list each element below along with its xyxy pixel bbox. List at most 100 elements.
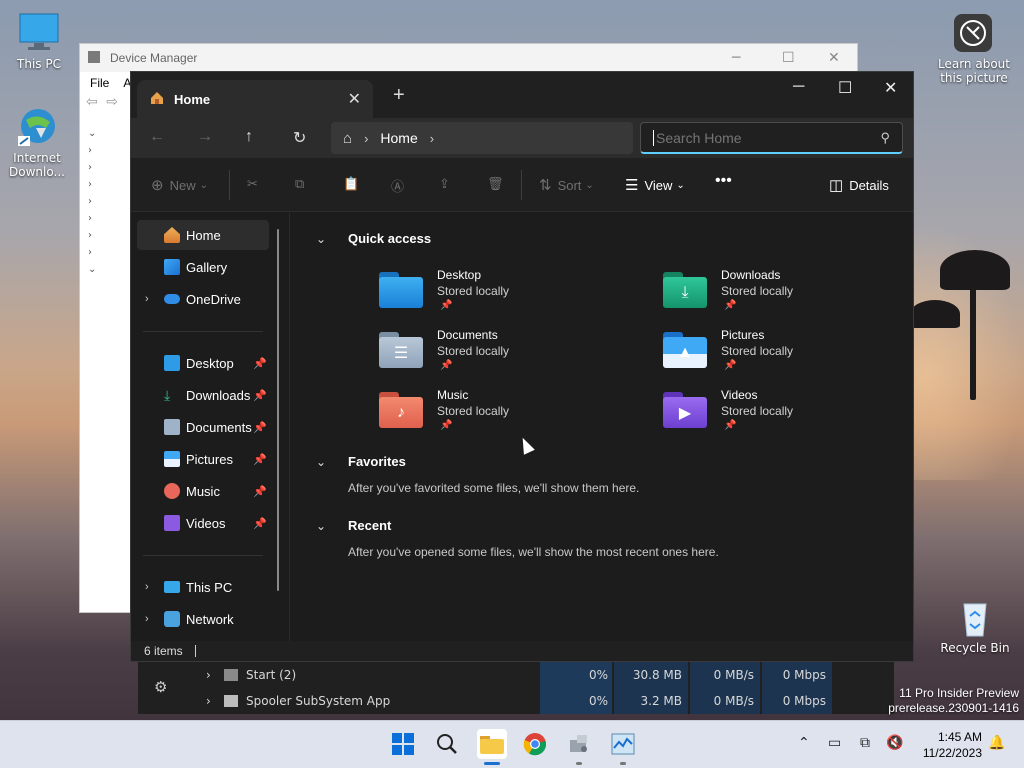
search-input[interactable] [653,129,863,146]
rename-icon[interactable]: Ⓐ [391,176,404,195]
desktop-icon-learn-about-picture[interactable]: Learn about this picture [938,12,1010,85]
tab-home[interactable]: Home ✕ [137,80,373,118]
sidebar-item-pictures[interactable]: Pictures 📌 [137,444,269,474]
chevron-down-icon[interactable]: ⌄ [316,232,326,246]
table-row[interactable]: › Spooler SubSystem App 0% 3.2 MB 0 MB/s… [138,688,894,714]
tree-chevron-icon[interactable]: › [88,145,128,162]
tree-chevron-icon[interactable]: › [88,247,128,264]
tree-chevron-icon[interactable]: › [88,213,128,230]
expand-chevron-icon[interactable]: › [206,668,211,682]
sort-button[interactable]: ⇅ Sort ⌄ [539,176,594,194]
view-button[interactable]: ☰ View ⌄ [625,176,685,194]
share-icon[interactable]: ⇪ [439,176,450,192]
maximize-icon[interactable]: ☐ [838,78,852,98]
desktop-icon-this-pc[interactable]: This PC [4,12,74,71]
address-bar[interactable]: ⌂ › Home › [331,122,633,154]
refresh-icon[interactable]: ↻ [293,128,306,148]
sidebar-item-music[interactable]: Music 📌 [137,476,269,506]
breadcrumb-chevron-icon[interactable]: › [430,131,434,146]
display-icon[interactable]: ⧉ [860,735,870,751]
chevron-down-icon[interactable]: ⌄ [316,455,326,469]
breadcrumb-home[interactable]: Home [380,130,417,146]
sidebar-item-documents[interactable]: Documents 📌 [137,412,269,442]
chevron-down-icon[interactable]: ⌄ [316,519,326,533]
new-tab-icon[interactable]: + [393,84,405,107]
device-manager-titlebar[interactable]: Device Manager [80,44,857,72]
table-row[interactable]: › Start (2) 0% 30.8 MB 0 MB/s 0 Mbps [138,662,894,688]
file-explorer-window[interactable]: Home ✕ + ─ ☐ ✕ ← → ↑ ↻ ⌂ › Home › ⚲ ⊕ Ne… [130,71,914,662]
quick-access-desktop[interactable]: Desktop Stored locally 📌 [379,268,619,320]
quick-access-music[interactable]: ♪ Music Stored locally 📌 [379,388,619,440]
quick-access-pictures[interactable]: ▲ Pictures Stored locally 📌 [663,328,903,380]
search-icon[interactable] [434,731,460,757]
copy-icon[interactable]: ⧉ [295,176,304,192]
tree-chevron-icon[interactable]: ⌄ [88,264,128,281]
back-arrow-icon[interactable]: ← [149,128,165,146]
chevron-up-icon[interactable]: ⌃ [798,735,810,751]
tree-chevron-icon[interactable]: › [88,179,128,196]
sidebar-item-network[interactable]: › Network [137,604,269,634]
up-arrow-icon[interactable]: ↑ [245,128,253,146]
system-clock[interactable]: 1:45 AM 11/22/2023 [912,729,982,761]
notification-bell-icon[interactable]: 🔔 [988,735,1005,751]
task-manager-window[interactable]: › Start (2) 0% 30.8 MB 0 MB/s 0 Mbps › S… [138,662,894,714]
pin-icon[interactable]: 📌 [253,421,267,434]
close-icon[interactable]: ✕ [884,78,897,98]
tree-chevron-icon[interactable]: ⌄ [88,128,128,145]
home-outline-icon[interactable]: ⌂ [343,130,352,147]
back-arrow-icon[interactable]: ⇦ [86,94,98,110]
paste-icon[interactable]: 📋 [343,176,359,192]
desktop-icon-recycle-bin[interactable]: Recycle Bin [940,596,1010,655]
tree-chevron-icon[interactable]: › [88,230,128,247]
quick-access-downloads[interactable]: ⤓ Downloads Stored locally 📌 [663,268,903,320]
more-options-icon[interactable]: ••• [715,172,732,190]
tree-chevron-icon[interactable]: › [88,196,128,213]
sidebar-item-gallery[interactable]: Gallery [137,252,269,282]
pin-icon[interactable]: 📌 [253,517,267,530]
search-icon[interactable]: ⚲ [880,130,890,146]
search-box[interactable]: ⚲ [640,122,903,154]
new-button[interactable]: ⊕ New ⌄ [151,176,208,194]
tree-chevron-icon[interactable]: › [88,162,128,179]
close-tab-icon[interactable]: ✕ [348,89,361,109]
forward-arrow-icon[interactable]: → [197,128,213,146]
details-button[interactable]: ◫ Details [829,176,889,194]
task-manager-taskbar-icon[interactable] [610,731,636,757]
sidebar-item-home[interactable]: Home [137,220,269,250]
desktop-icon-internet-download[interactable]: Internet Downlo... [2,106,72,179]
breadcrumb-chevron-icon[interactable]: › [364,131,368,146]
start-windows-icon[interactable] [390,731,416,757]
sidebar-item-this-pc[interactable]: › This PC [137,572,269,602]
chevron-right-icon[interactable]: › [145,581,149,593]
minimize-icon[interactable]: ─ [793,78,804,96]
quick-access-header[interactable]: ⌄ Quick access [316,231,431,246]
chevron-right-icon[interactable]: › [145,613,149,625]
sidebar-item-downloads[interactable]: ⤓ Downloads 📌 [137,380,269,410]
menu-file[interactable]: File [90,76,109,90]
network-offline-icon[interactable]: ▭ [828,735,841,751]
pin-icon[interactable]: 📌 [253,485,267,498]
navigation-scrollbar[interactable] [277,229,279,591]
recent-header[interactable]: ⌄ Recent [316,518,391,533]
delete-icon[interactable]: 🗑 [487,176,504,192]
sidebar-item-videos[interactable]: Videos 📌 [137,508,269,538]
sidebar-item-onedrive[interactable]: › OneDrive [137,284,269,314]
maximize-icon[interactable]: ☐ [782,50,795,66]
close-icon[interactable]: ✕ [828,50,840,66]
file-explorer-taskbar-icon[interactable] [477,729,507,759]
expand-chevron-icon[interactable]: › [206,694,211,708]
pin-icon[interactable]: 📌 [253,389,267,402]
favorites-header[interactable]: ⌄ Favorites [316,454,406,469]
minimize-icon[interactable]: ─ [732,50,740,66]
quick-access-documents[interactable]: ☰ Documents Stored locally 📌 [379,328,619,380]
chrome-icon[interactable] [522,731,548,757]
pin-icon[interactable]: 📌 [253,453,267,466]
pin-icon[interactable]: 📌 [253,357,267,370]
settings-gear-icon[interactable]: ⚙ [154,678,167,696]
volume-muted-icon[interactable]: 🔇 [886,735,903,751]
forward-arrow-icon[interactable]: ⇨ [106,94,118,110]
chevron-right-icon[interactable]: › [145,293,149,305]
cut-icon[interactable]: ✂ [247,176,258,192]
sidebar-item-desktop[interactable]: Desktop 📌 [137,348,269,378]
quick-access-videos[interactable]: ▶ Videos Stored locally 📌 [663,388,903,440]
